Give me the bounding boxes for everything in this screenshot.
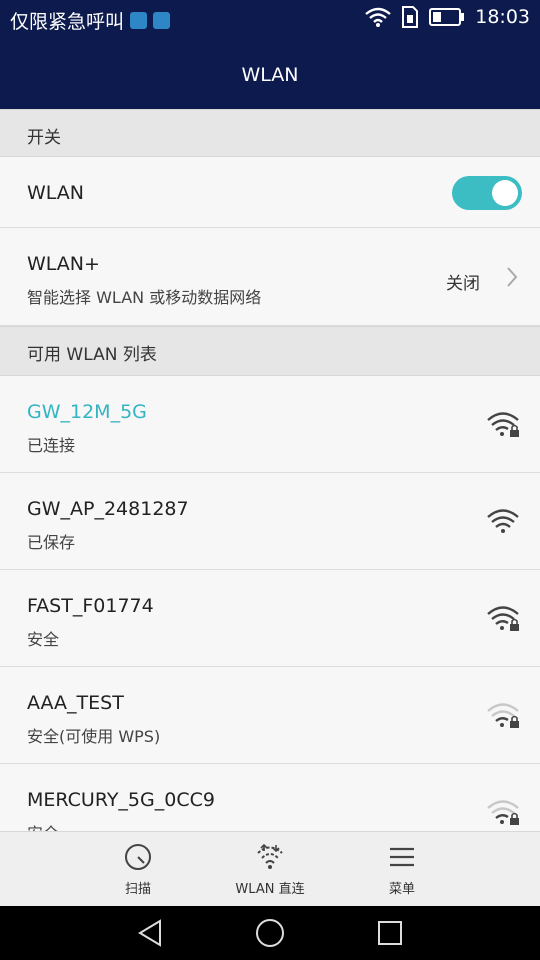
- sim-card-icon: [402, 6, 419, 28]
- network-ssid: GW_AP_2481287: [27, 498, 189, 520]
- network-row[interactable]: MERCURY_5G_0CC9 安全: [0, 764, 540, 831]
- wlan-plus-row[interactable]: WLAN+ 智能选择 WLAN 或移动数据网络 关闭: [0, 228, 540, 326]
- network-row[interactable]: GW_AP_2481287 已保存: [0, 473, 540, 570]
- home-icon[interactable]: [255, 918, 285, 948]
- battery-icon: [429, 8, 465, 26]
- network-ssid: AAA_TEST: [27, 692, 124, 714]
- menu-icon: [390, 847, 414, 867]
- wifi-weak-locked-icon: [487, 703, 519, 728]
- section-header-wlan-list: 可用 WLAN 列表: [0, 326, 540, 376]
- scan-icon: [125, 844, 151, 870]
- wlan-label: WLAN: [27, 182, 85, 204]
- network-row[interactable]: FAST_F01774 安全: [0, 570, 540, 667]
- scan-label: 扫描: [124, 882, 151, 897]
- wlan-direct-label: WLAN 直连: [235, 882, 305, 897]
- wlan-plus-subtitle: 智能选择 WLAN 或移动数据网络: [27, 288, 262, 307]
- toggle-knob: [492, 180, 518, 206]
- section-title: 可用 WLAN 列表: [27, 345, 157, 365]
- menu-button[interactable]: 菜单: [342, 842, 462, 897]
- network-row[interactable]: GW_12M_5G 已连接: [0, 376, 540, 473]
- section-title: 开关: [27, 128, 61, 148]
- wifi-locked-icon: [487, 606, 519, 631]
- status-right: 18:03: [365, 6, 530, 28]
- menu-label: 菜单: [388, 882, 415, 897]
- wlan-direct-button[interactable]: WLAN 直连: [210, 842, 330, 897]
- clock: 18:03: [475, 6, 530, 28]
- network-ssid: MERCURY_5G_0CC9: [27, 789, 215, 811]
- network-status: 已连接: [27, 436, 76, 455]
- scan-button[interactable]: 扫描: [78, 842, 198, 897]
- bottom-action-bar: 扫描 WLAN 直连 菜单: [0, 831, 540, 906]
- wlan-toggle-switch[interactable]: [452, 176, 522, 210]
- page-title: WLAN: [241, 64, 299, 86]
- notification-icon: [130, 12, 148, 29]
- recent-apps-icon[interactable]: [376, 918, 404, 948]
- wlan-plus-title: WLAN+: [27, 253, 100, 275]
- system-navigation-bar: [0, 906, 540, 960]
- wifi-signal-icon: [365, 7, 392, 27]
- network-status: 安全: [27, 630, 60, 649]
- wlan-toggle-row[interactable]: WLAN: [0, 157, 540, 228]
- carrier-text: 仅限紧急呼叫: [10, 11, 125, 33]
- network-status: 已保存: [27, 533, 76, 552]
- wifi-weak-locked-icon: [487, 800, 519, 825]
- wifi-icon: [487, 509, 519, 533]
- status-bar: 仅限紧急呼叫 18:03: [0, 0, 540, 38]
- app-bar: WLAN: [0, 38, 540, 109]
- back-icon[interactable]: [136, 918, 164, 948]
- chevron-right-icon: [507, 267, 518, 287]
- wlan-direct-icon: [257, 843, 283, 869]
- status-left: 仅限紧急呼叫: [10, 7, 171, 34]
- network-ssid: GW_12M_5G: [27, 401, 147, 423]
- network-row[interactable]: AAA_TEST 安全(可使用 WPS): [0, 667, 540, 764]
- network-status: 安全: [27, 820, 59, 831]
- wifi-locked-icon: [487, 412, 519, 437]
- wlan-plus-value: 关闭: [446, 274, 480, 294]
- section-header-switch: 开关: [0, 109, 540, 157]
- network-ssid: FAST_F01774: [27, 595, 154, 617]
- notification-icon: [153, 12, 171, 29]
- network-status: 安全(可使用 WPS): [27, 727, 161, 746]
